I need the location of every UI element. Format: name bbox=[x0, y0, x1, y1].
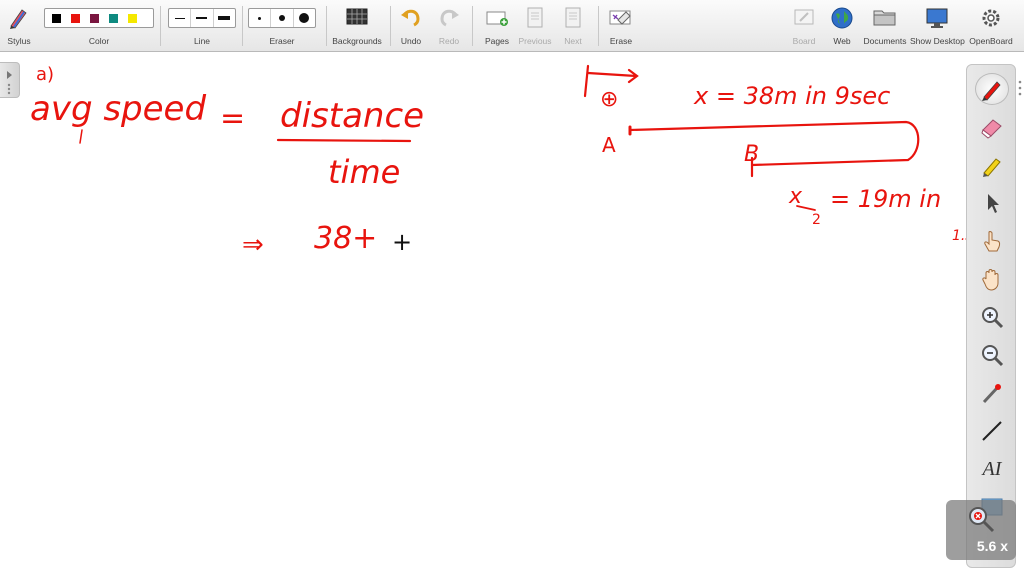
zoom-level: 5.6 x bbox=[976, 538, 1008, 554]
direction-sign: ⊕ bbox=[600, 87, 618, 112]
monitor-icon bbox=[926, 8, 948, 28]
add-page-icon bbox=[486, 11, 508, 26]
formula-lhs: avg speed bbox=[30, 89, 206, 129]
show-desktop-button[interactable]: Show Desktop bbox=[910, 0, 965, 52]
zoom-out-icon bbox=[982, 345, 1004, 367]
line-group: Line bbox=[168, 0, 236, 52]
previous-label: Previous bbox=[518, 36, 552, 46]
erase-label: Erase bbox=[609, 36, 633, 46]
gear-icon bbox=[982, 9, 1000, 27]
openboard-menu-button[interactable]: OpenBoard bbox=[966, 0, 1016, 52]
documents-mode-button[interactable]: Documents bbox=[862, 0, 908, 52]
formula-denominator: time bbox=[328, 153, 400, 191]
point-a-label: A bbox=[602, 133, 616, 157]
stroke-mark bbox=[79, 129, 83, 144]
erase-button[interactable]: Erase bbox=[604, 0, 638, 52]
laser-pointer-icon bbox=[982, 384, 1001, 404]
color-group: Color bbox=[44, 0, 154, 52]
backgrounds-label: Backgrounds bbox=[332, 36, 382, 46]
marker-tool-button[interactable] bbox=[975, 149, 1009, 181]
pages-button[interactable]: Pages bbox=[480, 0, 514, 52]
interact-tool-button[interactable] bbox=[975, 225, 1009, 257]
undo-label: Undo bbox=[400, 36, 422, 46]
open-hand-icon bbox=[982, 269, 999, 291]
step-arrow: ⇒ bbox=[242, 230, 264, 260]
redo-arrow-icon bbox=[440, 9, 459, 27]
pen-icon bbox=[982, 81, 1001, 101]
formula-numerator: distance bbox=[280, 96, 424, 136]
color-label: Color bbox=[88, 36, 110, 46]
pages-label: Pages bbox=[484, 36, 510, 46]
line-icon bbox=[982, 421, 1002, 441]
selector-tool-button[interactable] bbox=[975, 187, 1009, 219]
globe-icon bbox=[831, 7, 853, 29]
text-tool-button[interactable]: AI bbox=[975, 453, 1009, 485]
line-tool-button[interactable] bbox=[975, 415, 1009, 447]
whiteboard-canvas[interactable]: a) avg speed = distance time ⇒ 38+ ⊕ x =… bbox=[0, 52, 1024, 576]
direction-tick bbox=[583, 64, 590, 98]
zoom-reset-icon[interactable] bbox=[966, 504, 996, 534]
arrow-pointer-icon bbox=[988, 194, 999, 213]
web-label: Web bbox=[833, 36, 851, 46]
next-label: Next bbox=[564, 36, 582, 46]
highlighter-icon bbox=[983, 158, 1001, 177]
pen-cursor-crosshair: + bbox=[392, 228, 412, 256]
line-label: Line bbox=[193, 36, 211, 46]
toolbar-separator bbox=[326, 6, 327, 46]
redo-button[interactable]: Redo bbox=[434, 0, 464, 52]
point-b-label: B bbox=[744, 142, 759, 167]
zoom-in-tool-button[interactable] bbox=[975, 301, 1009, 333]
grid-background-icon bbox=[346, 8, 368, 25]
toolbar-separator bbox=[598, 6, 599, 46]
documents-label: Documents bbox=[863, 36, 907, 46]
undo-arrow-icon bbox=[401, 9, 420, 27]
half-numerator: x bbox=[788, 184, 803, 209]
trajectory-path bbox=[628, 120, 920, 167]
zoom-out-tool-button[interactable] bbox=[975, 339, 1009, 371]
pointing-hand-icon bbox=[984, 231, 1001, 252]
erase-board-icon bbox=[609, 10, 631, 25]
web-mode-button[interactable]: Web bbox=[826, 0, 858, 52]
fraction-bar bbox=[276, 138, 412, 143]
stylus-button[interactable]: Stylus bbox=[2, 0, 36, 52]
redo-label: Redo bbox=[438, 36, 460, 46]
eraser-label: Eraser bbox=[269, 36, 295, 46]
zoom-indicator: 5.6 x bbox=[946, 500, 1016, 560]
openboard-label: OpenBoard bbox=[969, 36, 1013, 46]
eraser-tool-button[interactable] bbox=[975, 111, 1009, 143]
previous-page-button[interactable]: Previous bbox=[518, 0, 552, 52]
hand-tool-button[interactable] bbox=[975, 263, 1009, 295]
text-tool-icon: AI bbox=[982, 457, 1002, 480]
backgrounds-button[interactable]: Backgrounds bbox=[330, 0, 384, 52]
undo-button[interactable]: Undo bbox=[396, 0, 426, 52]
toolbar-separator bbox=[242, 6, 243, 46]
board-label: Board bbox=[792, 36, 816, 46]
displacement-note: x = 38m in 9sec bbox=[693, 82, 890, 110]
previous-page-icon bbox=[527, 7, 543, 28]
show-desktop-label: Show Desktop bbox=[910, 36, 965, 46]
main-toolbar: Stylus Color Line Eraser Backgrounds Und… bbox=[0, 0, 1024, 96]
half-note: = 19m in bbox=[830, 185, 941, 213]
formula-equals: = bbox=[220, 101, 245, 136]
laser-pointer-tool-button[interactable] bbox=[975, 377, 1009, 409]
eraser-icon bbox=[981, 119, 1002, 139]
stylus-icon bbox=[10, 9, 27, 29]
direction-arrow bbox=[586, 68, 639, 84]
next-page-button[interactable]: Next bbox=[556, 0, 590, 52]
zoom-in-icon bbox=[982, 307, 1004, 329]
toolbar-separator bbox=[160, 6, 161, 46]
board-icon bbox=[794, 9, 814, 25]
pen-tool-button[interactable] bbox=[975, 73, 1009, 105]
board-mode-button[interactable]: Board bbox=[786, 0, 822, 52]
eraser-group: Eraser bbox=[248, 0, 316, 52]
step-expression: 38+ bbox=[314, 221, 377, 256]
part-label: a) bbox=[36, 64, 54, 85]
toolbar-separator bbox=[390, 6, 391, 46]
toolbar-separator bbox=[472, 6, 473, 46]
folder-icon bbox=[873, 10, 896, 26]
stylus-label: Stylus bbox=[7, 36, 31, 46]
half-denominator: 2 bbox=[812, 212, 821, 228]
next-page-icon bbox=[565, 7, 581, 28]
tool-dock: AI bbox=[966, 64, 1016, 568]
